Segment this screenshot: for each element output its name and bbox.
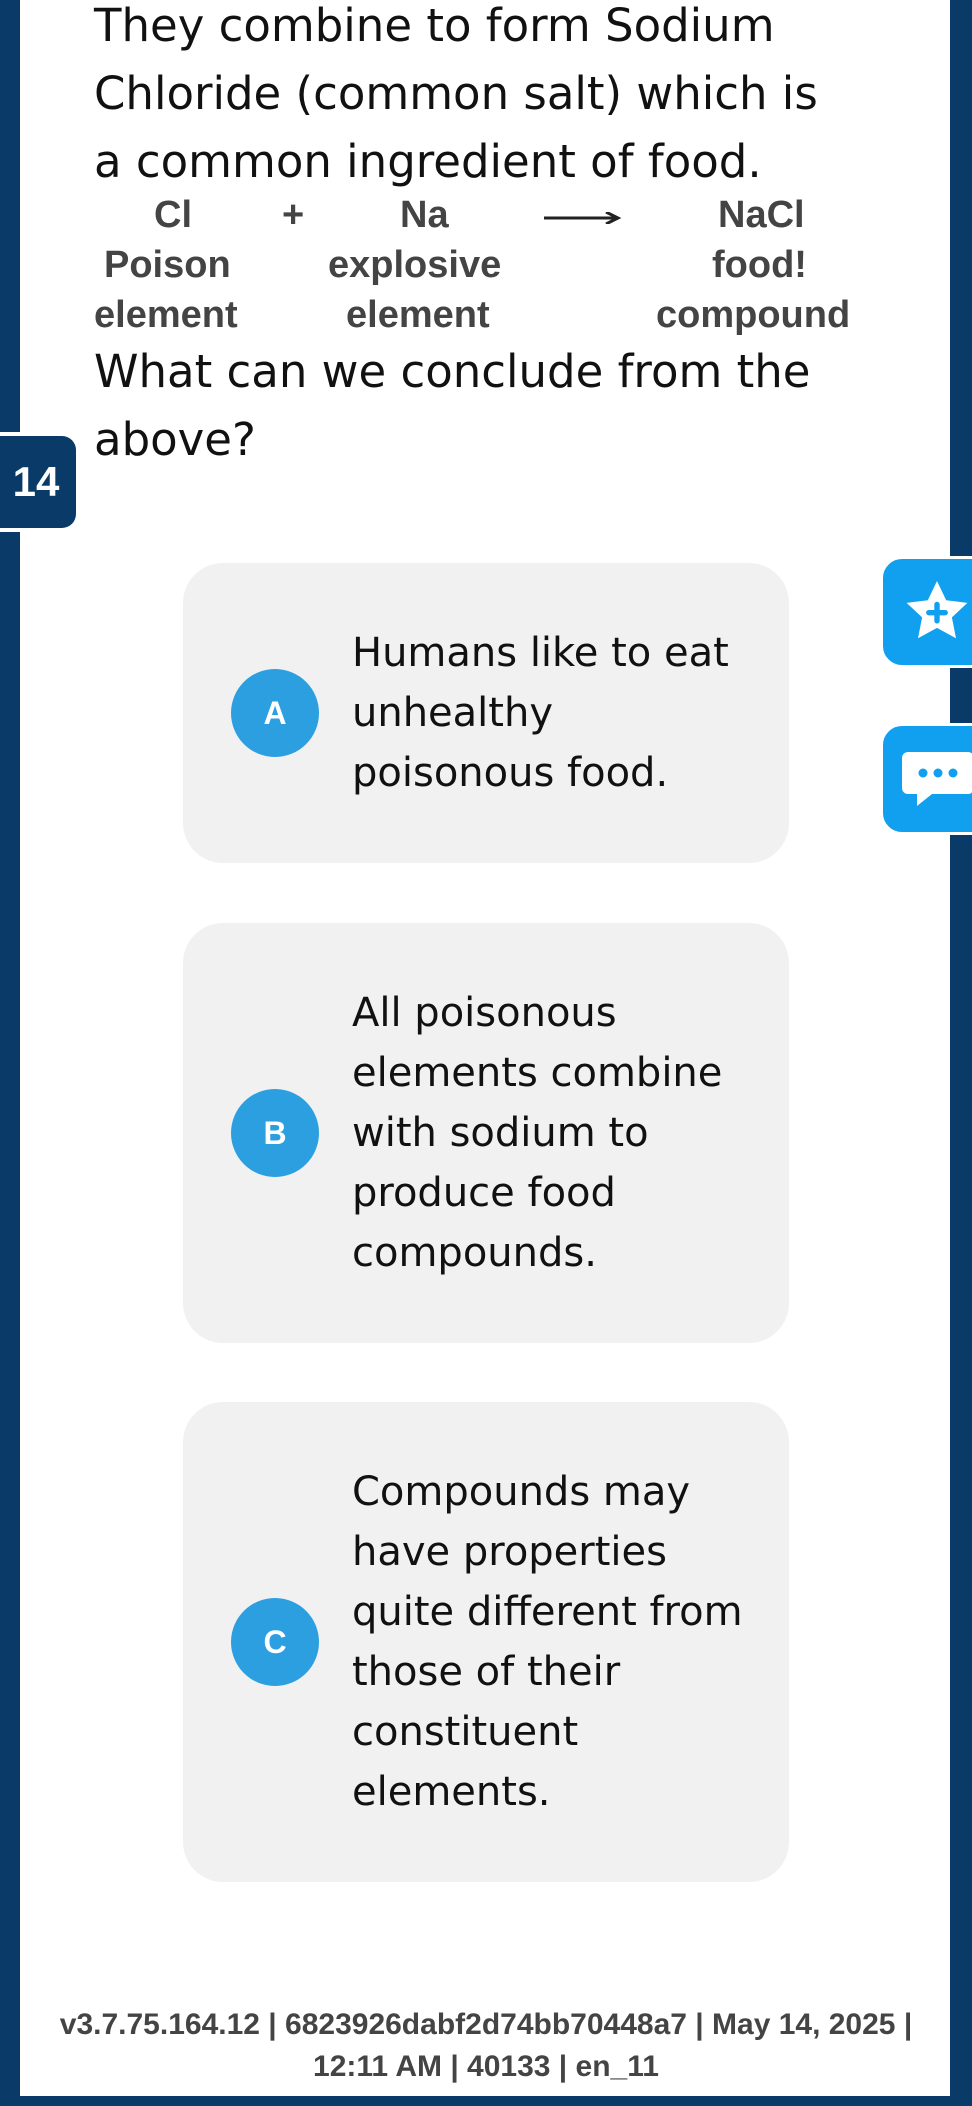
eq-nacl-desc2: compound [656,294,851,336]
question-prompt: What can we conclude from the above? [94,345,811,466]
version-footer: v3.7.75.164.12 | 6823926dabf2d74bb70448a… [0,2004,972,2088]
eq-na: Na [400,194,449,236]
eq-cl-desc1: Poison [104,244,231,286]
eq-plus: + [282,194,305,236]
question-intro: They combine to form Sodium Chloride (co… [94,0,818,188]
reaction-equation: Cl + Na NaCl Poison explosive food! elem… [92,190,892,340]
option-text: Compounds may have properties quite diff… [352,1469,743,1815]
reaction-arrow-icon [544,212,622,224]
option-letter-badge: B [231,1089,319,1177]
option-text: Humans like to eat unhealthy poisonous f… [352,630,729,796]
eq-nacl-desc1: food! [712,244,807,286]
option-letter-badge: C [231,1598,319,1686]
eq-cl-desc2: element [94,294,238,336]
option-letter-badge: A [231,669,319,757]
footer-line-2: 12:11 AM | 40133 | en_11 [313,2050,659,2083]
option-b[interactable]: B All poisonous elements combine with so… [183,923,789,1343]
footer-line-1: v3.7.75.164.12 | 6823926dabf2d74bb70448a… [59,2008,913,2041]
eq-nacl: NaCl [718,194,805,236]
option-a[interactable]: A Humans like to eat unhealthy poisonous… [183,563,789,863]
eq-cl: Cl [154,194,192,236]
bookmark-star-button[interactable] [880,556,972,668]
eq-na-desc1: explosive [328,244,502,286]
eq-na-desc2: element [346,294,490,336]
comment-button[interactable] [880,723,972,835]
question-number-badge: 14 [0,432,80,532]
option-text: All poisonous elements combine with sodi… [352,990,723,1276]
star-plus-icon [906,580,968,639]
chat-bubble-icon [902,752,972,806]
option-c[interactable]: C Compounds may have properties quite di… [183,1402,789,1882]
